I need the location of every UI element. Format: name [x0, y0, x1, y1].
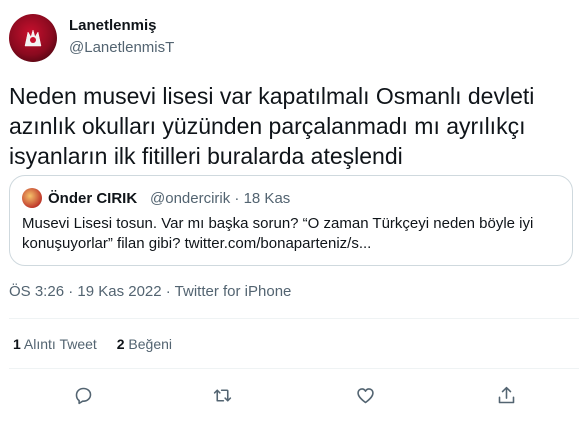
likes-label: Beğeni — [128, 336, 172, 352]
quote-tweets-count: 1 — [13, 336, 21, 352]
like-button[interactable] — [352, 382, 378, 408]
quoted-tweet-card[interactable]: Önder CIRIK @ondercirik · 18 Kas Musevi … — [9, 175, 573, 266]
share-button[interactable] — [493, 382, 519, 408]
engagement-stats: 1 Alıntı Tweet 2 Beğeni — [13, 336, 188, 352]
reply-icon — [75, 387, 91, 404]
quoted-author-meta: @ondercirik · 18 Kas — [150, 190, 291, 207]
quoted-tweet-text: Musevi Lisesi tosun. Var mı başka sorun?… — [22, 215, 534, 252]
retweet-button[interactable] — [209, 382, 235, 408]
author-handle[interactable]: @LanetlenmisT — [69, 39, 174, 56]
like-icon — [356, 387, 374, 403]
author-avatar[interactable] — [9, 14, 57, 62]
retweet-icon — [213, 388, 231, 402]
tweet-timestamp[interactable]: ÖS 3:26 · 19 Kas 2022 · Twitter for iPho… — [9, 283, 291, 300]
quote-tweets-stat[interactable]: 1 Alıntı Tweet — [13, 336, 101, 352]
quoted-author-name: Önder CIRIK — [48, 190, 138, 207]
tweet-text: Neden musevi lisesi var kapatılmalı Osma… — [9, 83, 535, 169]
tweet-actions-bar — [0, 378, 587, 412]
reply-button[interactable] — [70, 382, 96, 408]
share-icon — [498, 386, 514, 403]
likes-stat[interactable]: 2 Beğeni — [117, 336, 172, 352]
wolf-logo-icon — [24, 29, 42, 47]
quoted-author-avatar — [22, 188, 42, 208]
divider — [9, 368, 579, 369]
likes-count: 2 — [116, 336, 125, 352]
quote-tweets-label: Alıntı Tweet — [23, 336, 97, 352]
divider — [9, 318, 579, 319]
author-display-name[interactable]: Lanetlenmiş — [69, 17, 157, 34]
